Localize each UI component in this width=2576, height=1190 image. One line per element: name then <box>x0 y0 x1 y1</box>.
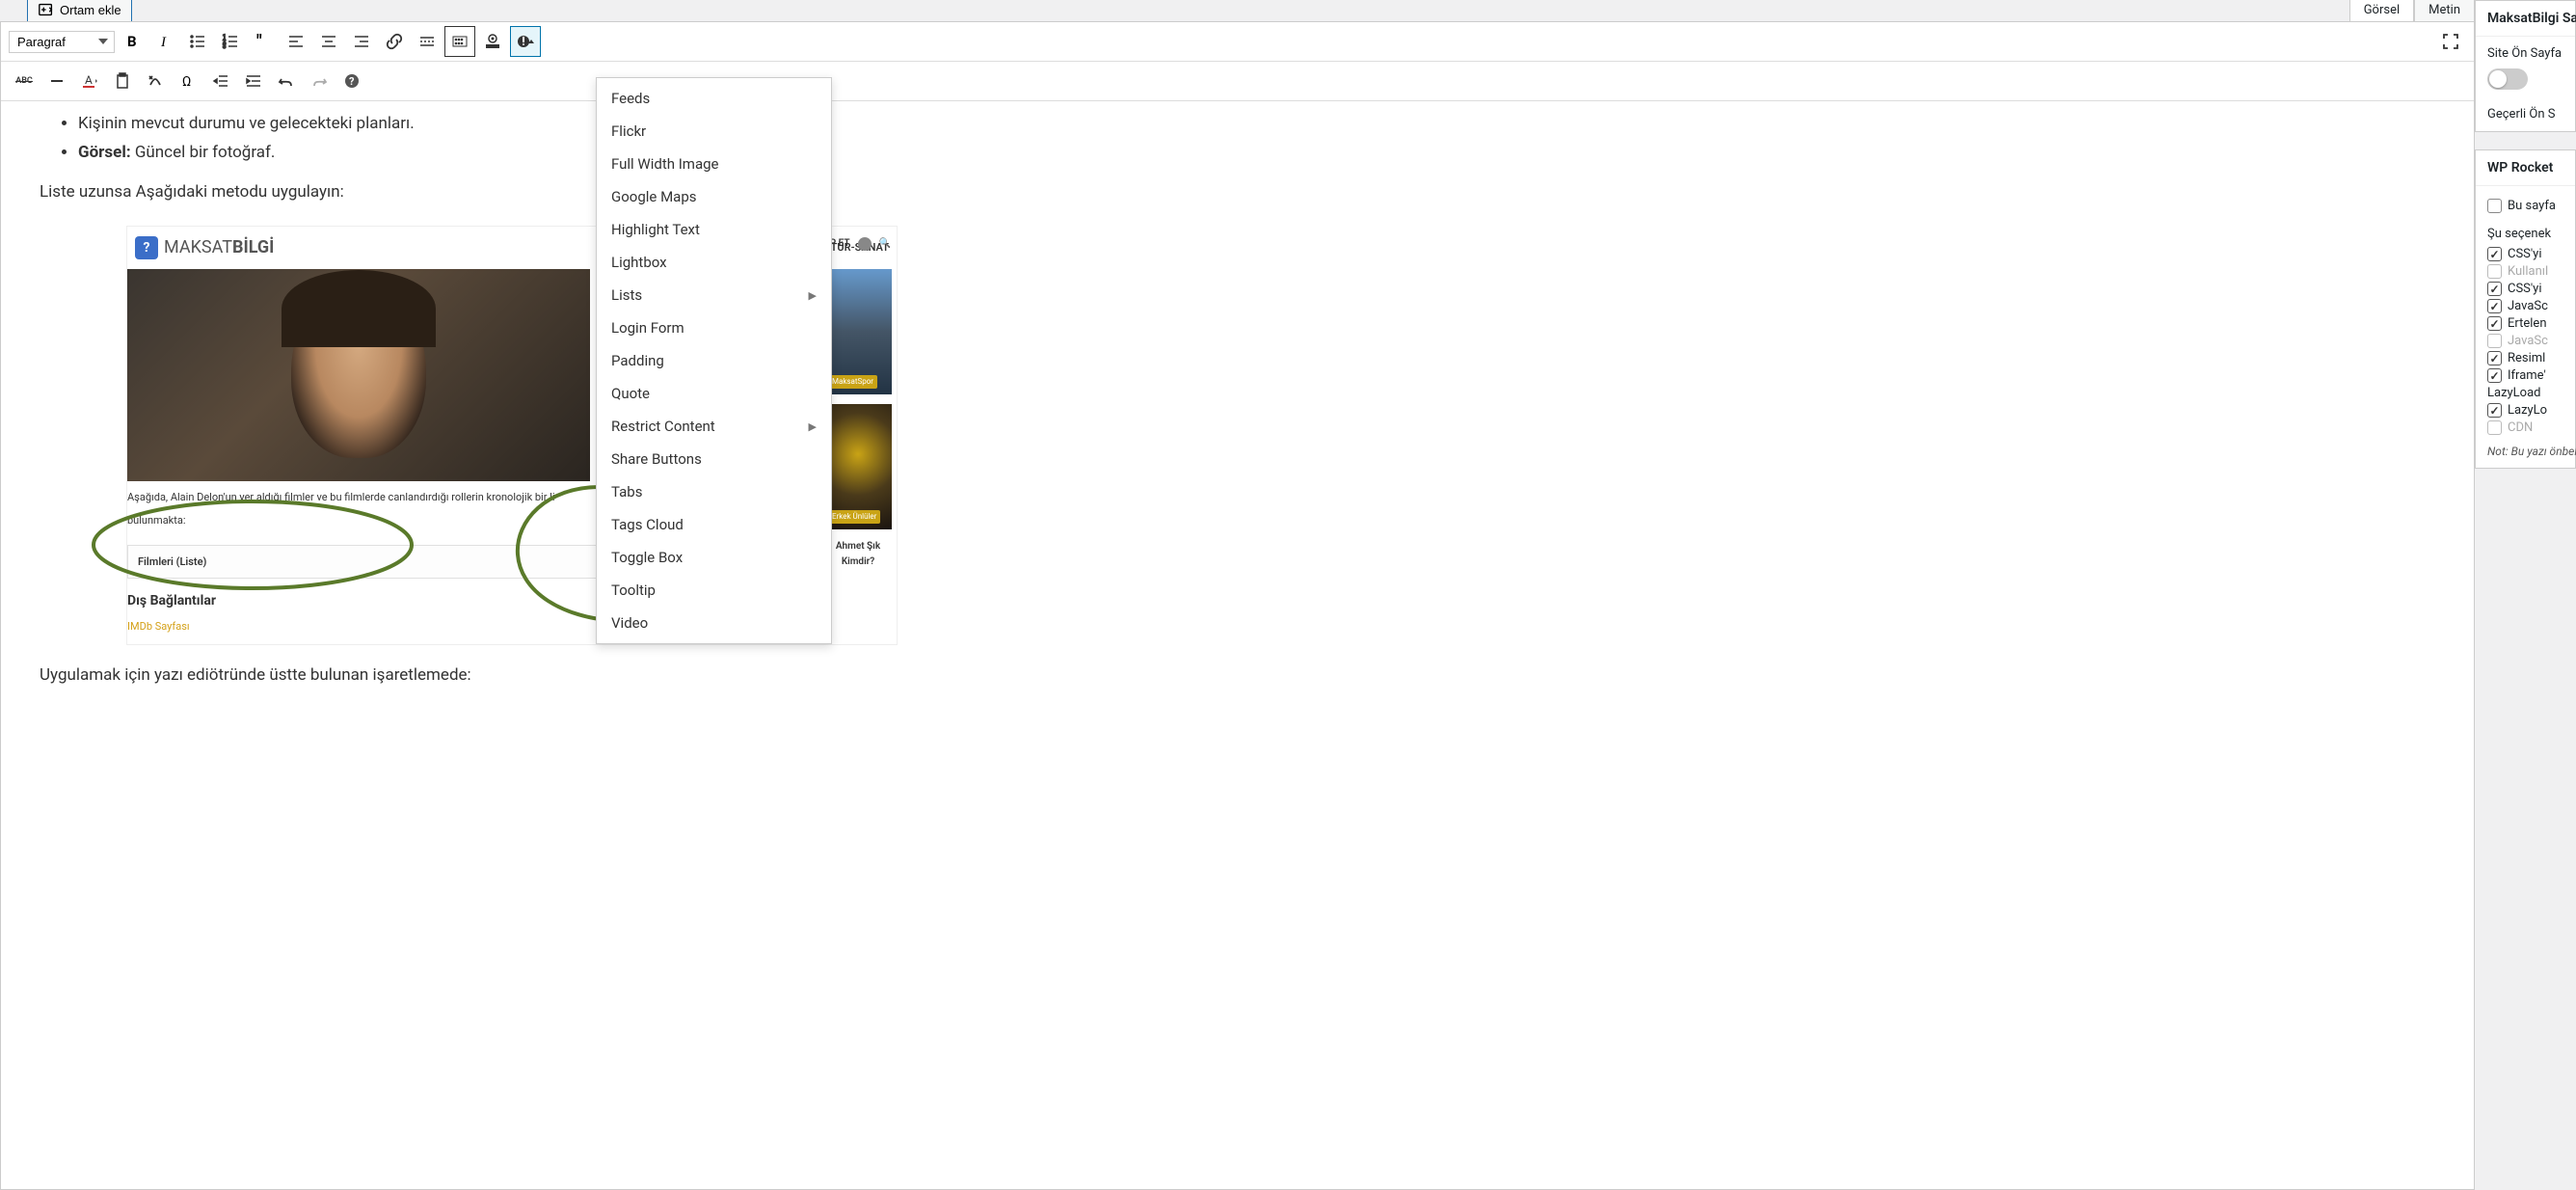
svg-text:B: B <box>127 33 137 50</box>
sidebar-note: Not: Bu yazı önbellekten seçeneklera <box>2487 445 2563 458</box>
checkbox[interactable] <box>2487 334 2502 348</box>
help-button[interactable]: ? <box>336 66 367 96</box>
embed-side-card: Erkek Ünlüler <box>824 404 892 529</box>
front-page-label: Site Ön Sayfa <box>2487 46 2563 61</box>
content-bullet: Görsel: Güncel bir fotoğraf. <box>78 140 2435 166</box>
fullscreen-button[interactable] <box>2435 26 2466 57</box>
align-right-button[interactable] <box>346 26 377 57</box>
keyboard-toggle-button[interactable] <box>444 26 475 57</box>
text-color-button[interactable]: A <box>74 66 105 96</box>
checkbox[interactable] <box>2487 403 2502 418</box>
content-footer-line: Uygulamak için yazı ediötründe üstte bul… <box>40 663 2435 689</box>
hr-button[interactable] <box>41 66 72 96</box>
sidebar-box-page: MaksatBilgi Sayfa Site Ön Sayfa Geçerli … <box>2475 0 2576 132</box>
chevron-right-icon: ▶ <box>809 289 817 302</box>
dropdown-item-restrict-content[interactable]: Restrict Content▶ <box>597 410 831 443</box>
dropdown-item-tags-cloud[interactable]: Tags Cloud <box>597 508 831 541</box>
dropdown-item-feeds[interactable]: Feeds <box>597 82 831 115</box>
numbered-list-button[interactable]: 123 <box>215 26 246 57</box>
paste-text-button[interactable] <box>107 66 138 96</box>
dropdown-item-quote[interactable]: Quote <box>597 377 831 410</box>
editor-content[interactable]: Kişinin mevcut durumu ve gelecekteki pla… <box>1 101 2474 1189</box>
svg-text:Ω: Ω <box>182 74 191 90</box>
strikethrough-button[interactable]: ABC <box>9 66 40 96</box>
embed-nav-right: P ET <box>830 236 850 252</box>
avatar-icon <box>858 237 872 251</box>
redo-button[interactable] <box>304 66 335 96</box>
align-center-button[interactable] <box>313 26 344 57</box>
dropdown-item-full-width-image[interactable]: Full Width Image <box>597 148 831 180</box>
undo-button[interactable] <box>271 66 302 96</box>
svg-text:I: I <box>160 35 167 50</box>
current-front-label: Geçerli Ön S <box>2487 107 2563 122</box>
embed-side-card: MaksatSpor <box>824 269 892 394</box>
checkbox[interactable] <box>2487 368 2502 383</box>
dropdown-item-lightbox[interactable]: Lightbox <box>597 246 831 279</box>
bold-button[interactable]: B <box>117 26 148 57</box>
dropdown-item-tabs[interactable]: Tabs <box>597 475 831 508</box>
shortcode-dropdown-menu: Feeds Flickr Full Width Image Google Map… <box>596 77 832 644</box>
dropdown-item-video[interactable]: Video <box>597 607 831 639</box>
checkbox[interactable] <box>2487 264 2502 279</box>
add-media-label: Ortam ekle <box>60 3 121 17</box>
checkbox[interactable] <box>2487 351 2502 365</box>
svg-text:A: A <box>85 73 93 87</box>
checkbox[interactable] <box>2487 247 2502 261</box>
link-button[interactable] <box>379 26 410 57</box>
media-icon <box>38 1 55 18</box>
dropdown-item-share-buttons[interactable]: Share Buttons <box>597 443 831 475</box>
svg-text:?: ? <box>349 75 355 88</box>
content-bullet: Kişinin mevcut durumu ve gelecekteki pla… <box>78 111 2435 137</box>
content-instruction: Liste uzunsa Aşağıdaki metodu uygulayın: <box>40 179 2435 205</box>
special-char-button[interactable]: Ω <box>173 66 203 96</box>
embed-logo: ? MAKSATBİLGİ <box>135 234 274 262</box>
checkbox[interactable] <box>2487 282 2502 296</box>
dropdown-item-tooltip[interactable]: Tooltip <box>597 574 831 607</box>
chevron-right-icon: ▶ <box>809 420 817 433</box>
editor-toolbar-row1: Paragraf B I 123 " <box>1 22 2474 62</box>
blockquote-button[interactable]: " <box>248 26 279 57</box>
indent-button[interactable] <box>238 66 269 96</box>
dropdown-item-flickr[interactable]: Flickr <box>597 115 831 148</box>
embed-photo <box>127 269 590 481</box>
dropdown-item-padding[interactable]: Padding <box>597 344 831 377</box>
insert-image-button[interactable] <box>477 26 508 57</box>
editor-toolbar-row2: ABC A Ω ? <box>1 62 2474 101</box>
italic-button[interactable]: I <box>149 26 180 57</box>
checkbox[interactable] <box>2487 199 2502 213</box>
more-button[interactable] <box>412 26 443 57</box>
search-icon: 🔍 <box>879 236 891 252</box>
question-icon: ? <box>135 236 158 259</box>
svg-text:3: 3 <box>223 43 226 50</box>
dropdown-item-lists[interactable]: Lists▶ <box>597 279 831 311</box>
sidebar-box-title: MaksatBilgi Sayfa <box>2476 1 2575 37</box>
bullet-list-button[interactable] <box>182 26 213 57</box>
sidebar-box-wprocket: WP Rocket Bu sayfa Şu seçenek CSS'yi Kul… <box>2475 149 2576 469</box>
sidebar-box-title: WP Rocket <box>2476 150 2575 186</box>
svg-text:": " <box>256 32 262 51</box>
checkbox[interactable] <box>2487 299 2502 313</box>
outdent-button[interactable] <box>205 66 236 96</box>
dropdown-item-login-form[interactable]: Login Form <box>597 311 831 344</box>
clear-format-button[interactable] <box>140 66 171 96</box>
add-media-button[interactable]: Ortam ekle <box>27 0 132 23</box>
align-left-button[interactable] <box>281 26 311 57</box>
front-page-toggle[interactable] <box>2487 68 2528 90</box>
dropdown-item-google-maps[interactable]: Google Maps <box>597 180 831 213</box>
dropdown-item-highlight-text[interactable]: Highlight Text <box>597 213 831 246</box>
checkbox[interactable] <box>2487 316 2502 331</box>
checkbox[interactable] <box>2487 420 2502 435</box>
shortcode-dropdown-button[interactable] <box>510 26 541 57</box>
right-sidebar: MaksatBilgi Sayfa Site Ön Sayfa Geçerli … <box>2475 0 2576 1190</box>
dropdown-item-toggle-box[interactable]: Toggle Box <box>597 541 831 574</box>
format-select[interactable]: Paragraf <box>9 31 115 53</box>
